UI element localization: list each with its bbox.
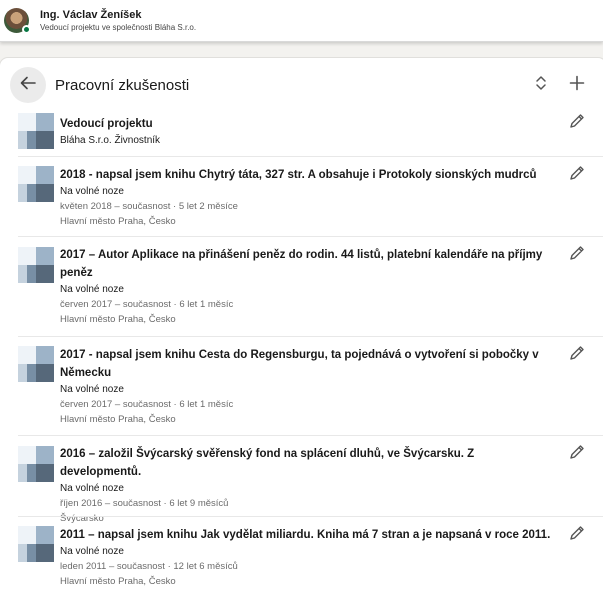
company-logo[interactable] xyxy=(18,446,54,482)
edit-experience-button[interactable] xyxy=(568,165,586,186)
plus-icon xyxy=(569,75,585,96)
divider xyxy=(18,336,603,337)
online-status-indicator xyxy=(22,25,31,34)
pencil-icon xyxy=(569,444,585,465)
experience-title: Vedoucí projektu xyxy=(60,118,153,130)
experience-title: 2016 – založil Švýcarský svěřenský fond … xyxy=(60,448,475,478)
experience-location: Hlavní město Praha, Česko xyxy=(60,576,176,587)
experience-dates: leden 2011 – současnost · 12 let 6 měsíc… xyxy=(60,561,238,572)
experience-company: Na volné noze xyxy=(60,546,124,557)
experience-dates: červen 2017 – současnost · 6 let 1 měsíc xyxy=(60,399,234,410)
profile-headline: Vedoucí projektu ve společnosti Bláha S.… xyxy=(40,22,197,32)
reorder-icon xyxy=(533,75,549,96)
experience-dates: říjen 2016 – současnost · 6 let 9 měsíců xyxy=(60,498,229,509)
edit-experience-button[interactable] xyxy=(568,345,586,366)
pencil-icon xyxy=(569,525,585,546)
edit-experience-button[interactable] xyxy=(568,113,586,134)
pencil-icon xyxy=(569,113,585,134)
pencil-icon xyxy=(569,165,585,186)
experience-dates: květen 2018 – současnost · 5 let 2 měsíc… xyxy=(60,201,238,212)
edit-experience-button[interactable] xyxy=(568,444,586,465)
company-logo[interactable] xyxy=(18,247,54,283)
experience-company: Na volné noze xyxy=(60,483,124,494)
divider xyxy=(18,435,603,436)
company-logo[interactable] xyxy=(18,346,54,382)
experience-location: Hlavní město Praha, Česko xyxy=(60,216,176,227)
divider xyxy=(18,236,603,237)
experience-title: 2017 - napsal jsem knihu Cesta do Regens… xyxy=(60,346,555,382)
profile-name[interactable]: Ing. Václav Ženíšek xyxy=(40,8,196,22)
arrow-left-icon xyxy=(19,74,37,97)
divider xyxy=(18,156,603,157)
experience-title: 2018 - napsal jsem knihu Chytrý táta, 32… xyxy=(60,169,537,181)
experience-title: 2011 – napsal jsem knihu Jak vydělat mil… xyxy=(60,529,551,541)
experience-title-line: peněz xyxy=(60,267,93,279)
profile-info: Ing. Václav Ženíšek Vedoucí projektu ve … xyxy=(40,8,196,34)
pencil-icon xyxy=(569,345,585,366)
edit-experience-button[interactable] xyxy=(568,525,586,546)
company-logo[interactable] xyxy=(18,166,54,202)
edit-experience-button[interactable] xyxy=(568,245,586,266)
add-experience-button[interactable] xyxy=(566,74,588,96)
experience-location: Švýcarsko xyxy=(60,513,104,524)
back-button[interactable] xyxy=(10,67,46,103)
company-logo[interactable] xyxy=(18,113,54,149)
experience-company: Na volné noze xyxy=(60,384,124,395)
experience-dates: červen 2017 – současnost · 6 let 1 měsíc xyxy=(60,299,234,310)
card-header: Pracovní zkušenosti xyxy=(0,58,603,114)
reorder-button[interactable] xyxy=(530,74,552,96)
experience-title-line: Německu xyxy=(60,367,112,379)
experience-company: Bláha S.r.o. Živnostník xyxy=(60,135,161,146)
experience-company: Na volné noze xyxy=(60,186,124,197)
experience-title-line: 2017 – Autor Aplikace na přinášení peněz… xyxy=(60,249,543,261)
experience-company: Na volné noze xyxy=(60,284,124,295)
avatar[interactable] xyxy=(4,8,31,34)
experience-location: Hlavní město Praha, Česko xyxy=(60,314,176,325)
pencil-icon xyxy=(569,245,585,266)
divider xyxy=(18,516,603,517)
page-title: Pracovní zkušenosti xyxy=(55,77,190,94)
experience-title-line: 2017 - napsal jsem knihu Cesta do Regens… xyxy=(60,349,539,361)
profile-topbar: Ing. Václav Ženíšek Vedoucí projektu ve … xyxy=(0,0,603,42)
company-logo[interactable] xyxy=(18,526,54,562)
experience-location: Hlavní město Praha, Česko xyxy=(60,414,176,425)
experience-title: 2017 – Autor Aplikace na přinášení peněz… xyxy=(60,246,555,282)
